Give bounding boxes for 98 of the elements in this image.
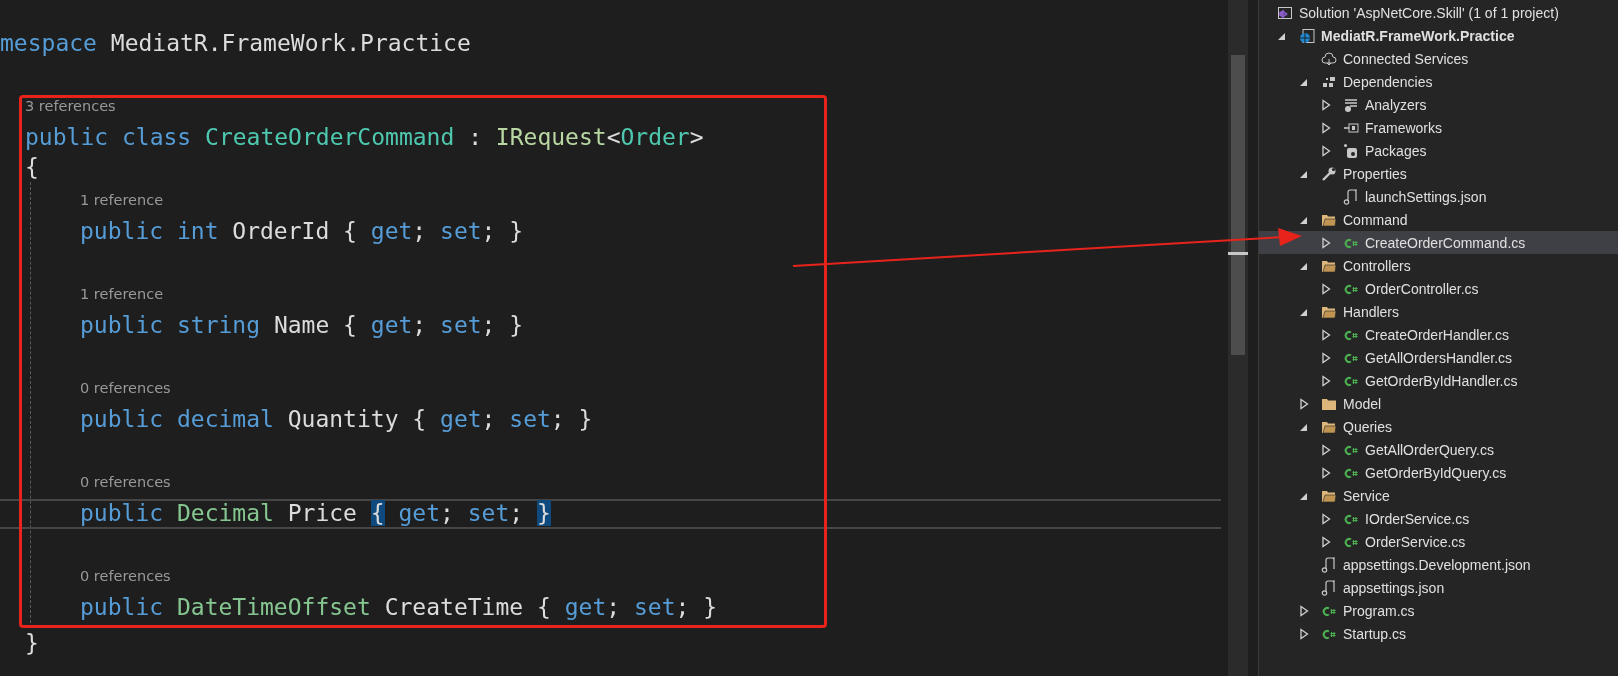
tree-row[interactable]: appsettings.json	[1259, 576, 1618, 599]
tree-item-label: appsettings.json	[1343, 579, 1445, 596]
tree-row[interactable]: Packages	[1259, 139, 1618, 162]
tree-item-label: Frameworks	[1365, 119, 1442, 136]
codelens-reference-count[interactable]: 0 references	[80, 464, 171, 499]
tree-item-label: Analyzers	[1365, 96, 1427, 113]
tree-row[interactable]: CreateOrderCommand.cs	[1259, 231, 1618, 254]
scrollbar-thumb[interactable]	[1231, 55, 1245, 355]
tree-item-label: GetOrderByIdQuery.cs	[1365, 464, 1507, 481]
tree-row[interactable]: Command	[1259, 208, 1618, 231]
wrench-icon	[1321, 165, 1337, 182]
tree-item-label: Handlers	[1343, 303, 1400, 320]
tree-row[interactable]: MediatR.FrameWork.Practice	[1259, 24, 1618, 47]
codelens-reference-count[interactable]: 1 reference	[80, 182, 164, 217]
code-line: public string Name { get; set; }	[80, 312, 524, 338]
tree-row[interactable]: Controllers	[1259, 254, 1618, 277]
code-line: public decimal Quantity { get; set; }	[80, 406, 593, 432]
tree-item-label: Controllers	[1343, 257, 1411, 274]
collapsed-arrow-icon[interactable]	[1321, 373, 1331, 388]
caret-position-marker	[1228, 252, 1248, 255]
collapsed-arrow-icon[interactable]	[1321, 235, 1331, 250]
settings-file-icon	[1343, 188, 1359, 205]
tree-row[interactable]: launchSettings.json	[1259, 185, 1618, 208]
collapsed-arrow-icon[interactable]	[1321, 534, 1331, 549]
collapsed-arrow-icon[interactable]	[1299, 396, 1309, 411]
tree-item-label: Queries	[1343, 418, 1393, 435]
tree-item-label: Properties	[1343, 165, 1407, 182]
collapsed-arrow-icon[interactable]	[1321, 120, 1331, 135]
tree-item-label: Dependencies	[1343, 73, 1433, 90]
tree-row[interactable]: Frameworks	[1259, 116, 1618, 139]
tree-item-label: Program.cs	[1343, 602, 1415, 619]
tree-row[interactable]: Properties	[1259, 162, 1618, 185]
vertical-scrollbar[interactable]	[1228, 0, 1248, 676]
collapsed-arrow-icon[interactable]	[1321, 97, 1331, 112]
collapsed-arrow-icon[interactable]	[1321, 327, 1331, 342]
tree-row[interactable]: GetAllOrderQuery.cs	[1259, 438, 1618, 461]
analyzers-icon	[1343, 96, 1359, 113]
tree-item-label: OrderService.cs	[1365, 533, 1466, 550]
codelens-reference-count[interactable]: 0 references	[80, 558, 171, 593]
tree-row[interactable]: Startup.cs	[1259, 622, 1618, 645]
tree-item-label: OrderController.cs	[1365, 280, 1479, 297]
tree-item-label: IOrderService.cs	[1365, 510, 1470, 527]
packages-icon	[1343, 142, 1359, 159]
code-line: public DateTimeOffset CreateTime { get; set; }	[80, 594, 718, 620]
tree-row[interactable]: CreateOrderHandler.cs	[1259, 323, 1618, 346]
tree-row[interactable]: Queries	[1259, 415, 1618, 438]
tree-item-label: GetAllOrdersHandler.cs	[1365, 349, 1513, 366]
tree-row[interactable]: Model	[1259, 392, 1618, 415]
tree-item-label: GetAllOrderQuery.cs	[1365, 441, 1494, 458]
collapsed-arrow-icon[interactable]	[1321, 143, 1331, 158]
tree-item-label: CreateOrderCommand.cs	[1365, 234, 1526, 251]
tree-item-label: Command	[1343, 211, 1408, 228]
code-line: public class CreateOrderCommand : IRequest<Order>	[24, 123, 705, 152]
collapsed-arrow-icon[interactable]	[1321, 281, 1331, 296]
brace: }	[25, 629, 39, 656]
code-line: mespace MediatR.FrameWork.Practice	[0, 29, 472, 58]
tree-item-label: CreateOrderHandler.cs	[1365, 326, 1509, 343]
tree-row[interactable]: Solution 'AspNetCore.Skill' (1 of 1 project)	[1259, 1, 1618, 24]
collapsed-arrow-icon[interactable]	[1321, 511, 1331, 526]
tree-row[interactable]: OrderController.cs	[1259, 277, 1618, 300]
collapsed-arrow-icon[interactable]	[1299, 603, 1309, 618]
tree-item-label: Packages	[1365, 142, 1427, 159]
tree-item-label: MediatR.FrameWork.Practice	[1321, 27, 1515, 44]
codelens-reference-count[interactable]: 0 references	[80, 370, 171, 405]
brace: {	[25, 153, 39, 180]
settings-file-icon	[1321, 579, 1337, 596]
tree-row[interactable]: Dependencies	[1259, 70, 1618, 93]
tree-item-label: Service	[1343, 487, 1390, 504]
tree-row[interactable]: GetOrderByIdQuery.cs	[1259, 461, 1618, 484]
cloud-icon	[1321, 50, 1337, 67]
tree-item-label: Solution 'AspNetCore.Skill' (1 of 1 project)	[1299, 4, 1559, 21]
tree-row[interactable]: IOrderService.cs	[1259, 507, 1618, 530]
collapsed-arrow-icon[interactable]	[1299, 626, 1309, 641]
tree-item-label: launchSettings.json	[1365, 188, 1487, 205]
tree-item-label: Startup.cs	[1343, 625, 1407, 642]
tree-row[interactable]: Analyzers	[1259, 93, 1618, 116]
tree-row[interactable]: GetOrderByIdHandler.cs	[1259, 369, 1618, 392]
tree-row[interactable]: Service	[1259, 484, 1618, 507]
web-project-icon	[1299, 27, 1315, 44]
settings-file-icon	[1321, 556, 1337, 573]
tree-item-label: Connected Services	[1343, 50, 1469, 67]
collapsed-arrow-icon[interactable]	[1321, 350, 1331, 365]
tree-row[interactable]: Handlers	[1259, 300, 1618, 323]
tree-row[interactable]: OrderService.cs	[1259, 530, 1618, 553]
tree-item-label: Model	[1343, 395, 1382, 412]
tree-row[interactable]: Connected Services	[1259, 47, 1618, 70]
code-line: public int OrderId { get; set; }	[80, 218, 524, 244]
codelens-reference-count[interactable]: 3 references	[25, 88, 116, 123]
code-line: public Decimal Price { get; set; }	[80, 500, 551, 526]
tree-row[interactable]: appsettings.Development.json	[1259, 553, 1618, 576]
tree-row[interactable]: Program.cs	[1259, 599, 1618, 622]
codelens-reference-count[interactable]: 1 reference	[80, 276, 164, 311]
collapsed-arrow-icon[interactable]	[1321, 465, 1331, 480]
tree-item-label: GetOrderByIdHandler.cs	[1365, 372, 1518, 389]
solution-icon	[1277, 4, 1293, 21]
tree-item-label: appsettings.Development.json	[1343, 556, 1531, 573]
collapsed-arrow-icon[interactable]	[1321, 442, 1331, 457]
tree-row[interactable]: GetAllOrdersHandler.cs	[1259, 346, 1618, 369]
